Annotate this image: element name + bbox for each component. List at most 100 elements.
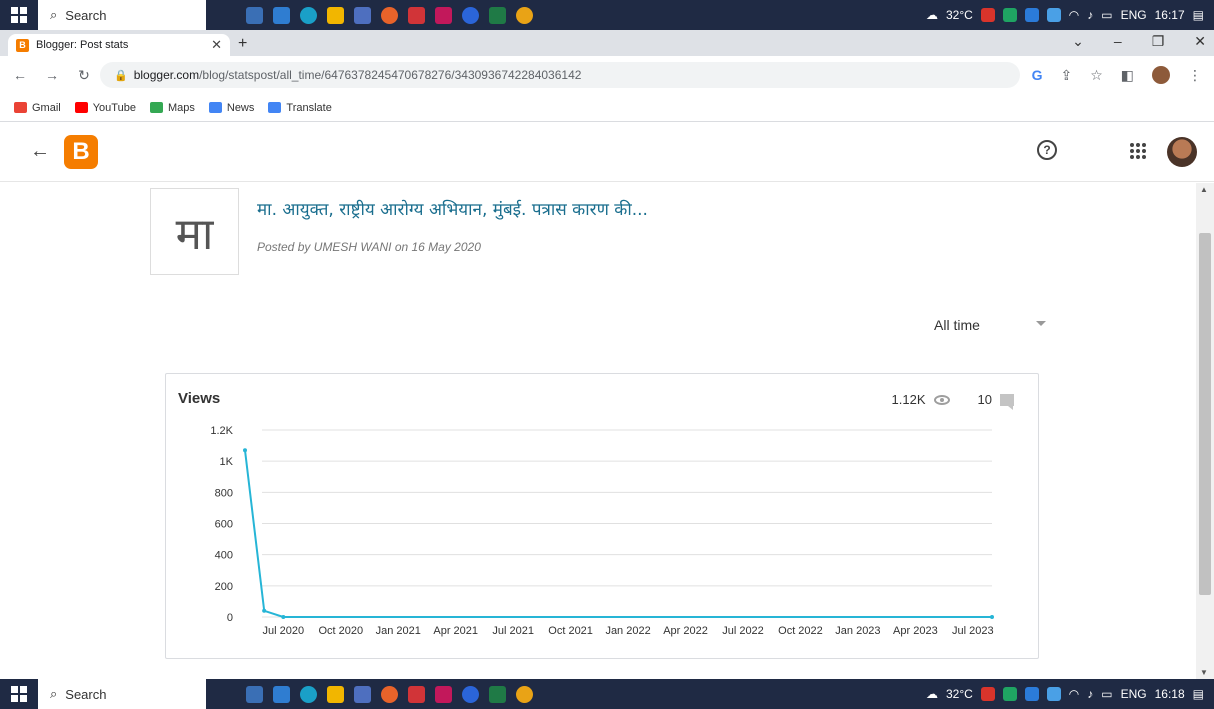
toolbar-actions: G ⇪ ☆ ◧ ⋮ (1032, 66, 1202, 84)
data-point[interactable] (990, 615, 994, 619)
side-panel-icon[interactable]: ◧ (1121, 67, 1134, 84)
search-icon: ⌕ (50, 7, 58, 22)
tray-app-icon[interactable] (980, 687, 995, 701)
account-avatar[interactable] (1167, 137, 1197, 167)
new-tab-icon[interactable]: + (238, 35, 247, 53)
scroll-down-icon[interactable]: ▼ (1200, 668, 1208, 677)
wifi-icon[interactable]: ◠ (1069, 8, 1079, 22)
help-icon[interactable]: ? (1037, 140, 1057, 160)
address-bar[interactable]: 🔒 blogger.com /blog/statspost/all_time/6… (100, 62, 1020, 88)
share-icon[interactable]: ⇪ (1060, 67, 1072, 84)
back-arrow-icon[interactable]: ← (30, 140, 50, 163)
forward-icon[interactable]: → (40, 67, 64, 83)
wifi-icon[interactable]: ◠ (1069, 687, 1079, 701)
post-thumbnail[interactable]: मा (150, 188, 239, 275)
minimize-icon[interactable]: – (1114, 33, 1122, 50)
powerpoint-icon[interactable] (435, 685, 452, 703)
bookmark-translate[interactable]: Translate (268, 102, 332, 114)
taskbar-apps (246, 6, 533, 24)
pdf-icon[interactable] (408, 6, 425, 24)
excel-icon[interactable] (489, 6, 506, 24)
keyboard-icon[interactable]: ▭ (1101, 8, 1112, 22)
language-indicator[interactable]: ENG (1121, 687, 1147, 701)
data-point[interactable] (281, 615, 286, 619)
tray-app-icon[interactable] (1046, 8, 1061, 22)
firefox-icon[interactable] (381, 6, 398, 24)
back-icon[interactable]: ← (8, 67, 32, 83)
keyboard-icon[interactable]: ▭ (1101, 687, 1112, 701)
restore-icon[interactable]: ❐ (1152, 33, 1165, 50)
views-series-line[interactable] (244, 450, 992, 618)
blogger-logo[interactable]: B (64, 135, 98, 169)
taskbar-search[interactable]: ⌕ Search (38, 679, 206, 709)
scroll-up-icon[interactable]: ▲ (1200, 185, 1208, 194)
reload-icon[interactable]: ↻ (72, 67, 96, 84)
task-view-icon[interactable] (246, 685, 263, 703)
powerpoint-icon[interactable] (435, 6, 452, 24)
task-view-icon[interactable] (246, 6, 263, 24)
menu-icon[interactable]: ⋮ (1188, 67, 1202, 84)
excel-icon[interactable] (489, 685, 506, 703)
volume-icon[interactable]: ♪ (1087, 687, 1093, 701)
edge-icon[interactable] (300, 685, 317, 703)
scroll-thumb[interactable] (1199, 233, 1211, 595)
clock[interactable]: 16:17 (1155, 8, 1185, 22)
firefox-icon[interactable] (381, 685, 398, 703)
close-window-icon[interactable]: ✕ (1194, 33, 1206, 50)
clock[interactable]: 16:18 (1155, 687, 1185, 701)
x-tick-label: Jan 2021 (376, 625, 421, 637)
page-scrollbar[interactable]: ▲ ▼ (1196, 183, 1214, 679)
notification-icon[interactable]: ▤ (1193, 687, 1204, 701)
x-tick-label: Apr 2021 (433, 625, 478, 637)
weather-icon: ☁ (925, 8, 938, 22)
x-tick-label: Jul 2023 (952, 625, 994, 637)
data-point[interactable] (262, 608, 267, 613)
store-icon[interactable] (354, 685, 371, 703)
card-stats: 1.12K 10 (892, 392, 1014, 410)
mail-icon[interactable] (273, 6, 290, 24)
taskbar-apps (246, 685, 533, 703)
edge-icon[interactable] (300, 6, 317, 24)
app-icon[interactable] (462, 685, 479, 703)
pdf-icon[interactable] (408, 685, 425, 703)
profile-avatar[interactable] (1152, 66, 1170, 84)
app-icon[interactable] (462, 6, 479, 24)
post-stats-page: मा मा. आयुक्त, राष्ट्रीय आरोग्य अभियान, … (0, 183, 1196, 679)
chrome-icon[interactable] (516, 685, 533, 703)
start-button[interactable] (0, 0, 38, 30)
chrome-icon[interactable] (516, 6, 533, 24)
taskbar-search[interactable]: ⌕ Search (38, 0, 206, 30)
tray-app-icon[interactable] (980, 8, 995, 22)
tray-app-icon[interactable] (1002, 687, 1017, 701)
language-indicator[interactable]: ENG (1121, 8, 1147, 22)
notification-icon[interactable]: ▤ (1193, 8, 1204, 22)
time-range-dropdown[interactable]: All time (934, 315, 1046, 335)
data-point[interactable] (243, 448, 247, 453)
tray-app-icon[interactable] (1024, 8, 1039, 22)
bookmark-star-icon[interactable]: ☆ (1090, 67, 1103, 84)
close-tab-icon[interactable]: ✕ (211, 37, 222, 53)
volume-icon[interactable]: ♪ (1087, 8, 1093, 22)
lock-icon[interactable]: 🔒 (114, 69, 128, 82)
bookmark-youtube[interactable]: YouTube (74, 102, 136, 114)
apps-grid-icon[interactable] (1130, 143, 1146, 159)
comments-total: 10 (977, 392, 992, 407)
eye-icon (933, 394, 950, 405)
tab-search-icon[interactable]: ⌄ (1072, 33, 1084, 50)
bookmark-maps[interactable]: Maps (149, 102, 195, 114)
tray-app-icon[interactable] (1002, 8, 1017, 22)
post-title[interactable]: मा. आयुक्त, राष्ट्रीय आरोग्य अभियान, मुं… (257, 197, 648, 220)
browser-tab[interactable]: B Blogger: Post stats ✕ (8, 34, 230, 56)
tab-title: Blogger: Post stats (36, 39, 129, 51)
mail-icon[interactable] (273, 685, 290, 703)
tray-app-icon[interactable] (1046, 687, 1061, 701)
tray-app-icon[interactable] (1024, 687, 1039, 701)
bookmark-news[interactable]: News (208, 102, 254, 114)
file-explorer-icon[interactable] (327, 6, 344, 24)
start-button[interactable] (0, 679, 38, 709)
file-explorer-icon[interactable] (327, 685, 344, 703)
bookmark-gmail[interactable]: Gmail (14, 102, 61, 114)
store-icon[interactable] (354, 6, 371, 24)
y-tick-label: 400 (215, 550, 233, 562)
google-icon[interactable]: G (1032, 67, 1043, 83)
